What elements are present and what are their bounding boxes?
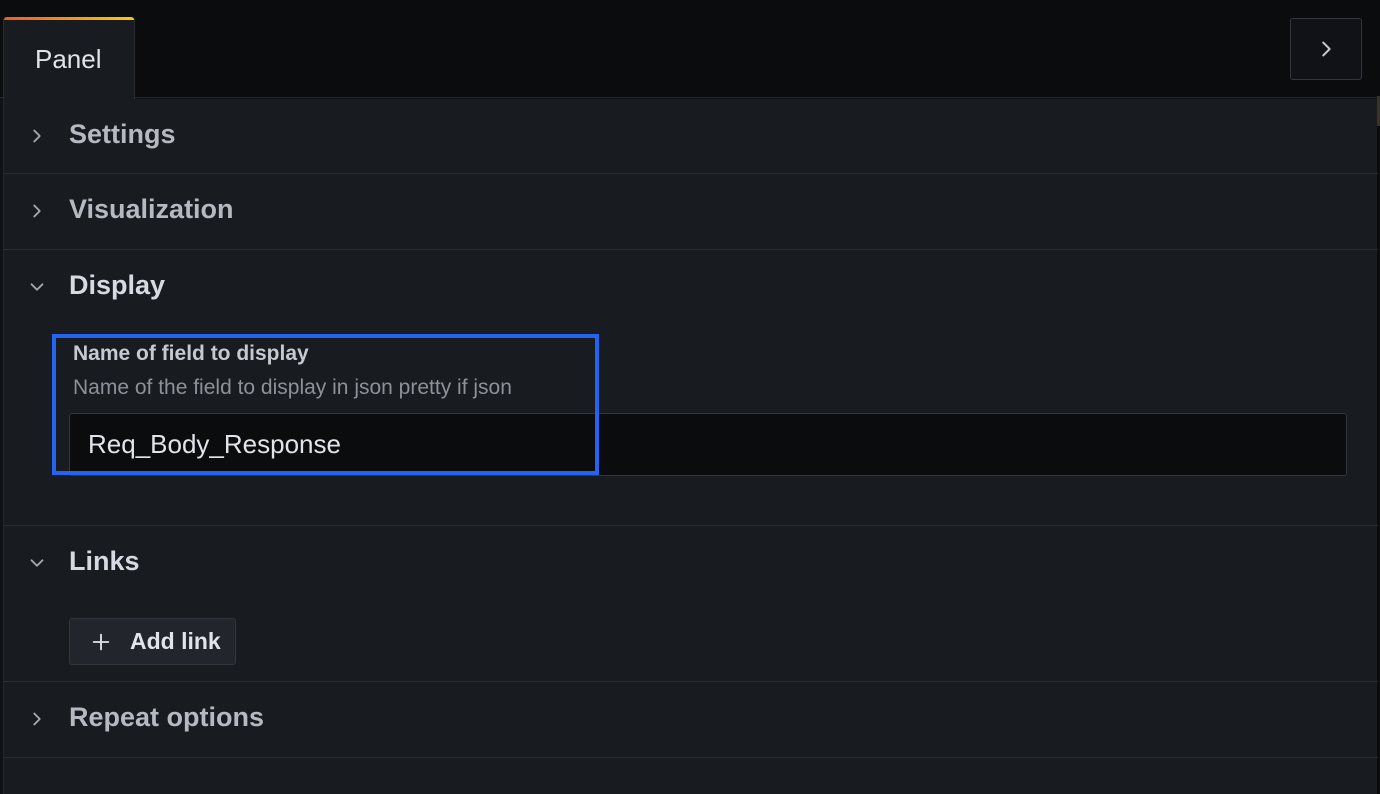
section-repeat-options-title: Repeat options [69, 702, 265, 732]
section-visualization: Visualization [4, 174, 1378, 250]
section-links-title: Links [69, 546, 140, 576]
plus-icon [92, 633, 110, 650]
chevron-right-icon [1322, 41, 1331, 57]
tab-panel-label: Panel [35, 44, 102, 74]
field-name-label: Name of field to display [73, 342, 309, 365]
chevron-down-icon [30, 559, 44, 567]
section-repeat-options: Repeat options [4, 682, 1378, 758]
section-repeat-options-header[interactable]: Repeat options [4, 682, 1378, 756]
section-display-title: Display [69, 270, 166, 300]
field-name-description: Name of the field to display in json pre… [73, 376, 512, 399]
section-settings-title: Settings [69, 119, 176, 149]
chevron-right-icon [33, 129, 41, 143]
section-settings-header[interactable]: Settings [4, 99, 1378, 173]
section-display-header[interactable]: Display [4, 250, 1378, 324]
tab-panel[interactable]: Panel [3, 17, 135, 99]
section-settings: Settings [4, 99, 1378, 174]
collapse-options-button[interactable] [1290, 18, 1362, 80]
active-tab-indicator [4, 17, 134, 20]
chevron-down-icon [30, 283, 44, 291]
field-name-input[interactable] [69, 413, 1347, 476]
options-content: Settings Visualization Display Name of f… [3, 99, 1378, 794]
options-header: Panel [0, 0, 1380, 99]
chevron-right-icon [33, 204, 41, 218]
section-visualization-header[interactable]: Visualization [4, 174, 1378, 248]
section-visualization-title: Visualization [69, 194, 234, 224]
section-links-header[interactable]: Links [4, 526, 1378, 600]
add-link-label: Add link [130, 628, 221, 654]
panel-editor-options: Panel Settings Visualization Display Nam… [0, 0, 1380, 794]
chevron-right-icon [33, 712, 41, 726]
add-link-button[interactable]: Add link [69, 618, 236, 665]
